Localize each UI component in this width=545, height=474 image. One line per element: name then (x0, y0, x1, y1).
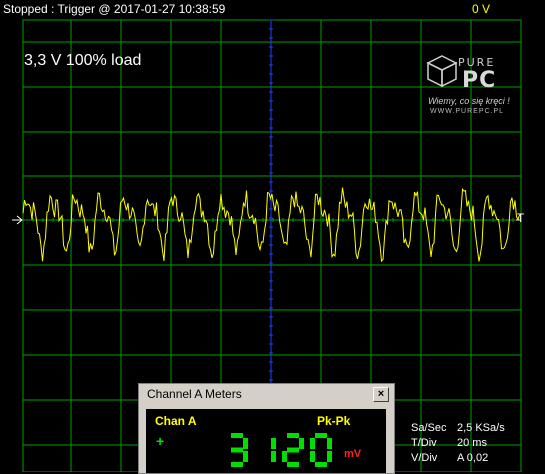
cube-icon (426, 55, 458, 88)
digit-segment (287, 433, 299, 438)
trigger-marker[interactable]: T (517, 211, 524, 225)
meter-type-label: Pk-Pk (317, 414, 351, 428)
digit-segment (327, 438, 332, 449)
digit-segment (287, 447, 299, 453)
scope-title: 3,3 V 100% load (24, 52, 142, 69)
volt-div-value: A 0,02 (457, 452, 489, 464)
time-div-value: 20 ms (457, 437, 487, 449)
digit-segment (271, 451, 276, 462)
channel-a-meters-window[interactable]: Channel A Meters × Chan A Pk-Pk + mV (138, 383, 395, 474)
digit-segment (243, 451, 248, 462)
meter-channel-label: Chan A (155, 414, 197, 428)
close-button[interactable]: × (373, 387, 389, 402)
sample-rate-row: Sa/Sec 2,5 KSa/s (411, 422, 505, 434)
meter-titlebar[interactable]: Channel A Meters × (139, 384, 394, 405)
meter-display: Chan A Pk-Pk + mV (146, 409, 386, 473)
time-div-row: T/Div 20 ms (411, 437, 487, 449)
digit-segment (287, 462, 299, 467)
sample-rate-value: 2,5 KSa/s (457, 422, 505, 434)
digit-segment (315, 433, 327, 438)
logo-url: WWW.PUREPC.PL (430, 108, 505, 115)
digit-segment (310, 438, 315, 449)
digit-segment (231, 433, 243, 438)
sample-rate-label: Sa/Sec (411, 422, 447, 434)
digit-segment (282, 451, 287, 462)
plus-icon: + (156, 433, 165, 449)
purepc-logo: PURE PC Wiemy, co się kręci ! WWW.PUREPC… (426, 50, 526, 120)
meter-value-display (231, 433, 332, 467)
meter-window-title: Channel A Meters (147, 387, 242, 401)
digit-segment (299, 438, 304, 449)
meter-unit: mV (344, 448, 362, 460)
logo-slogan: Wiemy, co się kręci ! (428, 96, 510, 106)
digit-segment (231, 447, 243, 453)
volt-div-row: V/Div A 0,02 (411, 452, 488, 464)
digit-segment (271, 438, 276, 449)
time-div-label: T/Div (411, 437, 437, 449)
volt-div-label: V/Div (411, 452, 438, 464)
digit-segment (231, 462, 243, 467)
digit-segment (243, 438, 248, 449)
digit-segment (310, 451, 315, 462)
waveform-trace (22, 187, 522, 263)
digit-segment (327, 451, 332, 462)
logo-brand-bottom: PC (462, 68, 497, 93)
digit-segment (315, 462, 327, 467)
